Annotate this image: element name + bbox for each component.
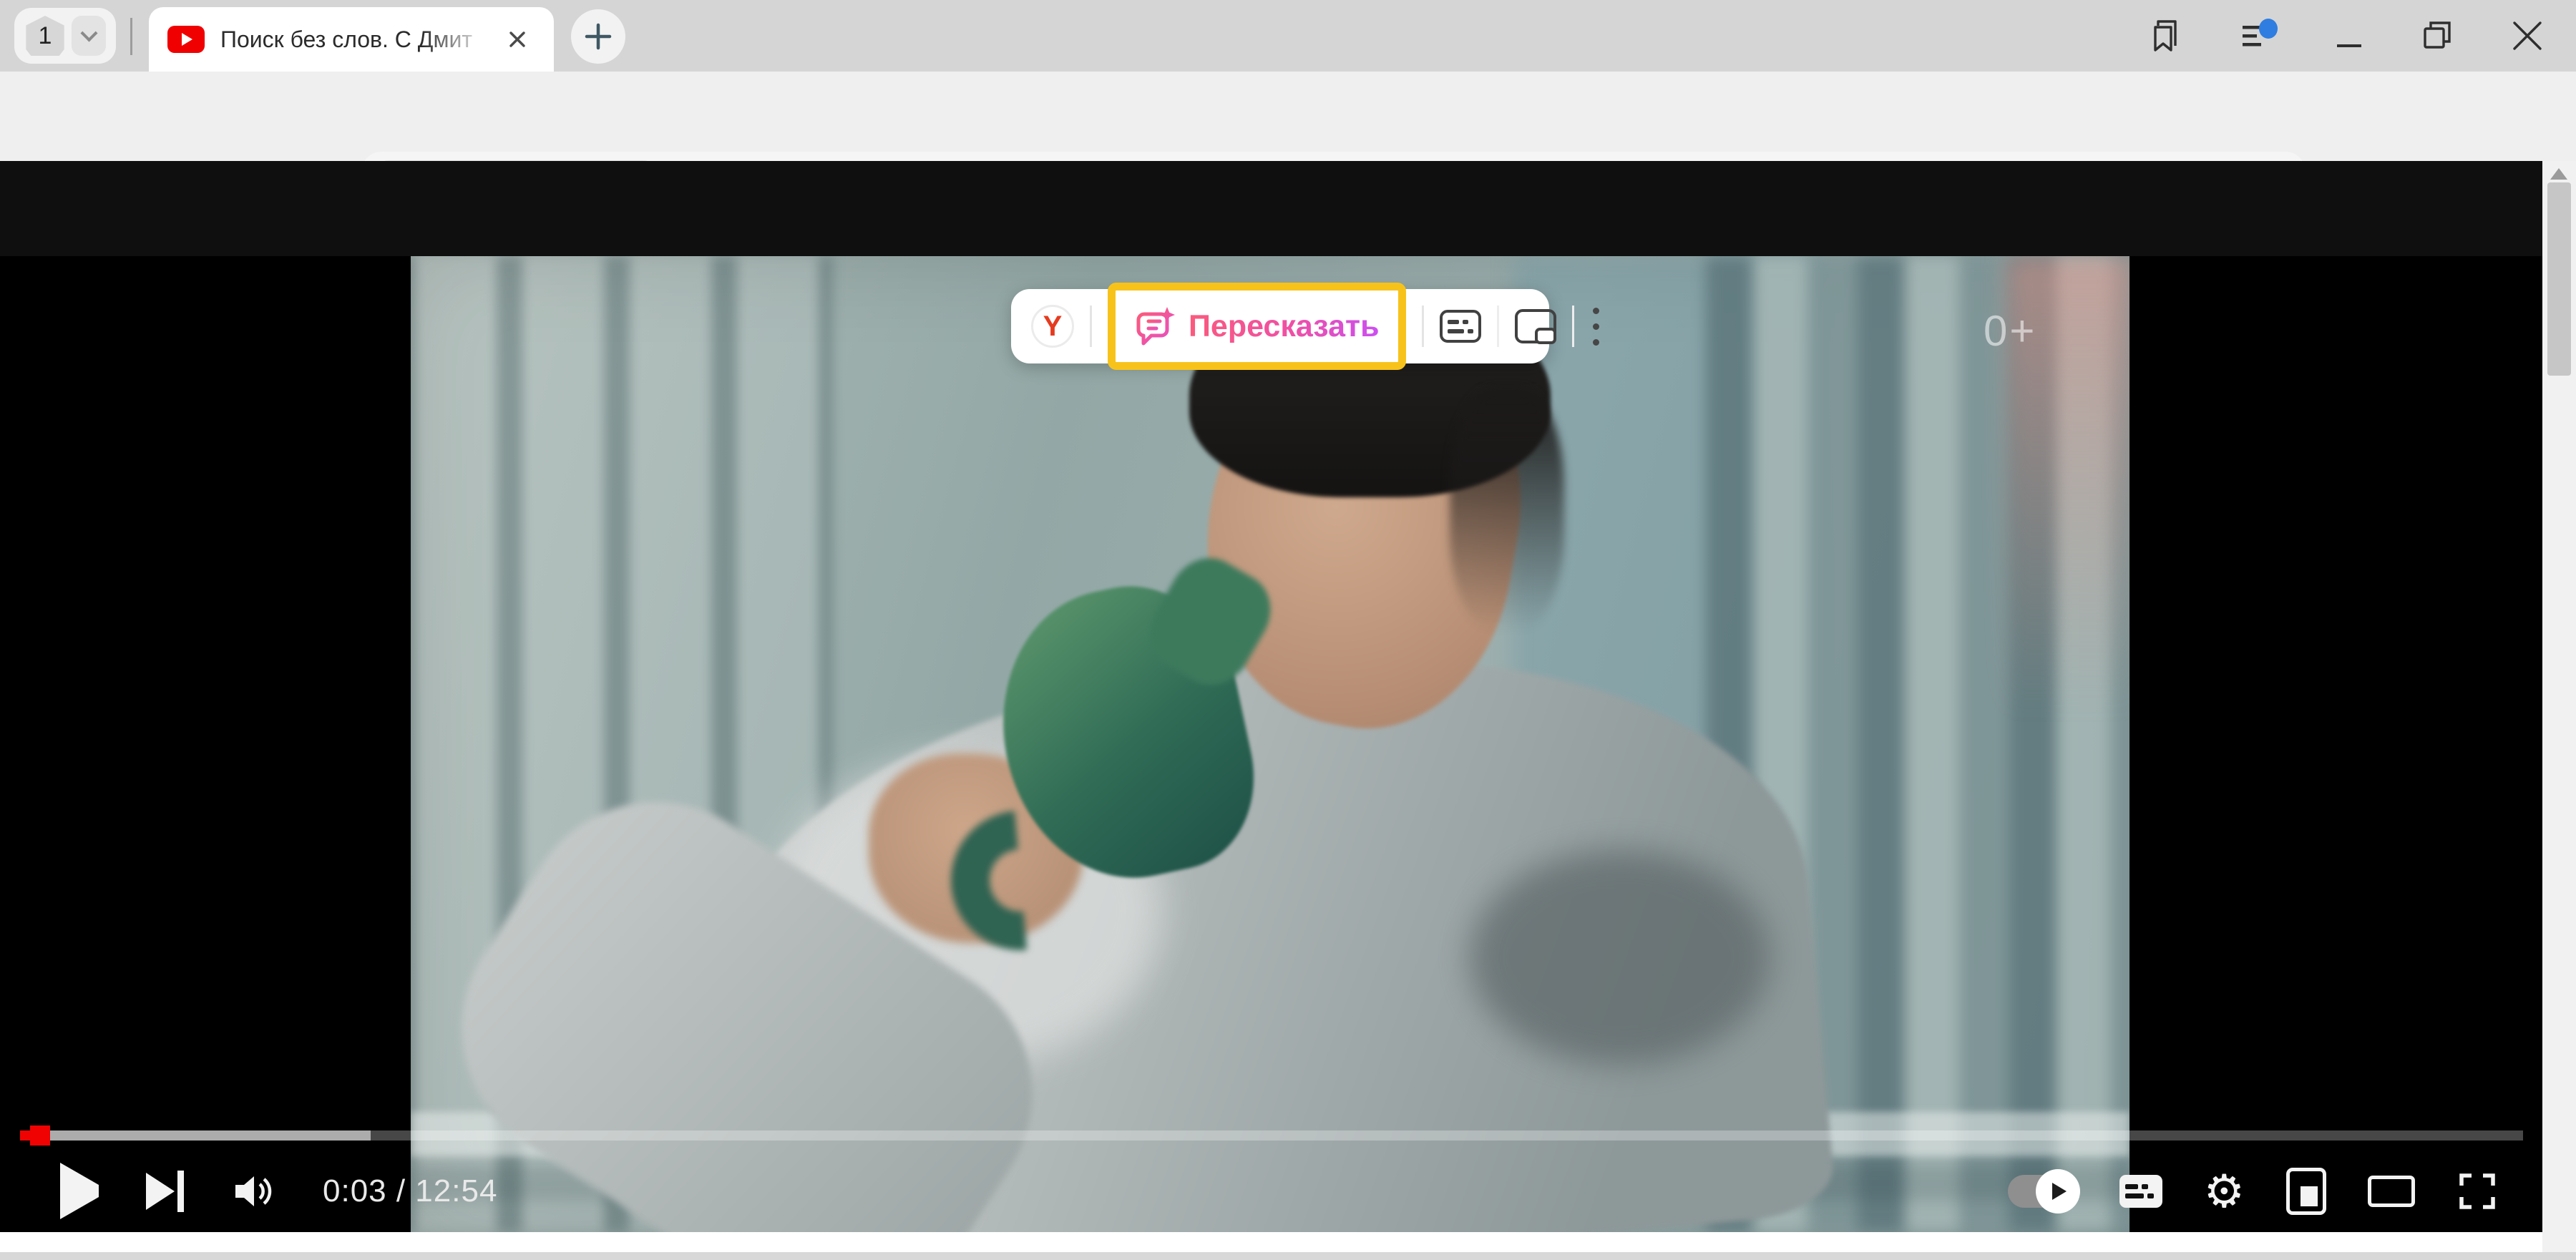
player-controls-right: ⚙: [2008, 1152, 2498, 1231]
tab-close-icon[interactable]: [505, 27, 530, 52]
browser-menu-icon[interactable]: [2241, 19, 2278, 53]
y-letter: Y: [1043, 311, 1063, 343]
picture-in-picture-icon[interactable]: [1515, 309, 1556, 343]
player-controls-left: 0:03 / 12:54: [60, 1152, 497, 1231]
plus-icon: [582, 21, 614, 52]
youtube-favicon-icon: [167, 26, 205, 53]
settings-gear-icon[interactable]: ⚙: [2204, 1168, 2245, 1214]
overlay-divider: [1090, 306, 1092, 347]
time-display: 0:03 / 12:54: [323, 1173, 497, 1209]
play-icon: [60, 1163, 99, 1219]
tab-title: Поиск без слов. С Дмит: [220, 26, 472, 52]
fullscreen-icon[interactable]: [2457, 1171, 2498, 1212]
tab-counter-badge[interactable]: 1: [24, 16, 66, 56]
new-tab-button[interactable]: [571, 9, 625, 64]
window-bottom-edge: [0, 1252, 2576, 1260]
side-panels-icon[interactable]: [2150, 19, 2184, 53]
video-player[interactable]: Y Пересказать: [0, 256, 2542, 1232]
video-frame[interactable]: [411, 256, 2129, 1232]
resay-bubble-icon: [1134, 306, 1176, 347]
age-rating: 0+: [1984, 306, 2036, 356]
scrollbar[interactable]: [2542, 161, 2576, 1252]
resay-label: Пересказать: [1189, 309, 1380, 344]
subtitles-icon[interactable]: [1440, 310, 1481, 343]
browser-window: 1 Поиск без слов. С Дмит: [0, 0, 2576, 1260]
volume-button[interactable]: [231, 1170, 275, 1213]
miniplayer-icon[interactable]: [2286, 1168, 2326, 1215]
progress-scrubber[interactable]: [30, 1125, 50, 1146]
tab-title-wrap: Поиск без слов. С Дмит: [220, 26, 501, 53]
overlay-divider: [1422, 306, 1424, 347]
overlay-divider: [1497, 306, 1499, 347]
theater-mode-icon[interactable]: [2368, 1176, 2415, 1207]
minimize-icon[interactable]: [2336, 19, 2364, 53]
progress-bar[interactable]: [20, 1130, 2523, 1141]
address-bar: Я www.youtube.com Поиск без слов. С Дмит…: [0, 72, 2576, 161]
yandex-overlay-toolbar: Y Пересказать: [1011, 289, 1549, 363]
overlay-divider: [1572, 306, 1574, 347]
next-icon: [146, 1173, 175, 1210]
overlay-more-icon[interactable]: [1593, 308, 1599, 346]
window-controls: [2150, 0, 2543, 72]
next-button[interactable]: [146, 1171, 184, 1212]
youtube-header: YouTube RU Войти: [0, 161, 2542, 256]
autoplay-knob-icon: [2036, 1169, 2080, 1213]
yandex-y-button[interactable]: Y: [1031, 305, 1074, 348]
tab-counter-group[interactable]: 1: [14, 8, 116, 64]
restore-window-icon[interactable]: [2421, 19, 2454, 53]
close-window-icon[interactable]: [2512, 19, 2543, 53]
speaker-icon: [231, 1170, 275, 1213]
tabbar-divider: [130, 18, 132, 55]
scroll-up-icon[interactable]: [2550, 168, 2567, 180]
resay-button[interactable]: Пересказать: [1108, 283, 1406, 370]
captions-button[interactable]: [2119, 1175, 2162, 1208]
play-button[interactable]: [60, 1185, 99, 1198]
progress-buffered: [20, 1130, 371, 1141]
tab-list-dropdown[interactable]: [72, 16, 106, 56]
autoplay-toggle[interactable]: [2008, 1175, 2078, 1208]
page-below-player: [0, 1232, 2542, 1252]
scrollbar-thumb[interactable]: [2547, 182, 2571, 376]
chevron-down-icon: [80, 24, 97, 41]
tab-bar: 1 Поиск без слов. С Дмит: [0, 0, 2576, 72]
active-tab[interactable]: Поиск без слов. С Дмит: [149, 7, 554, 72]
